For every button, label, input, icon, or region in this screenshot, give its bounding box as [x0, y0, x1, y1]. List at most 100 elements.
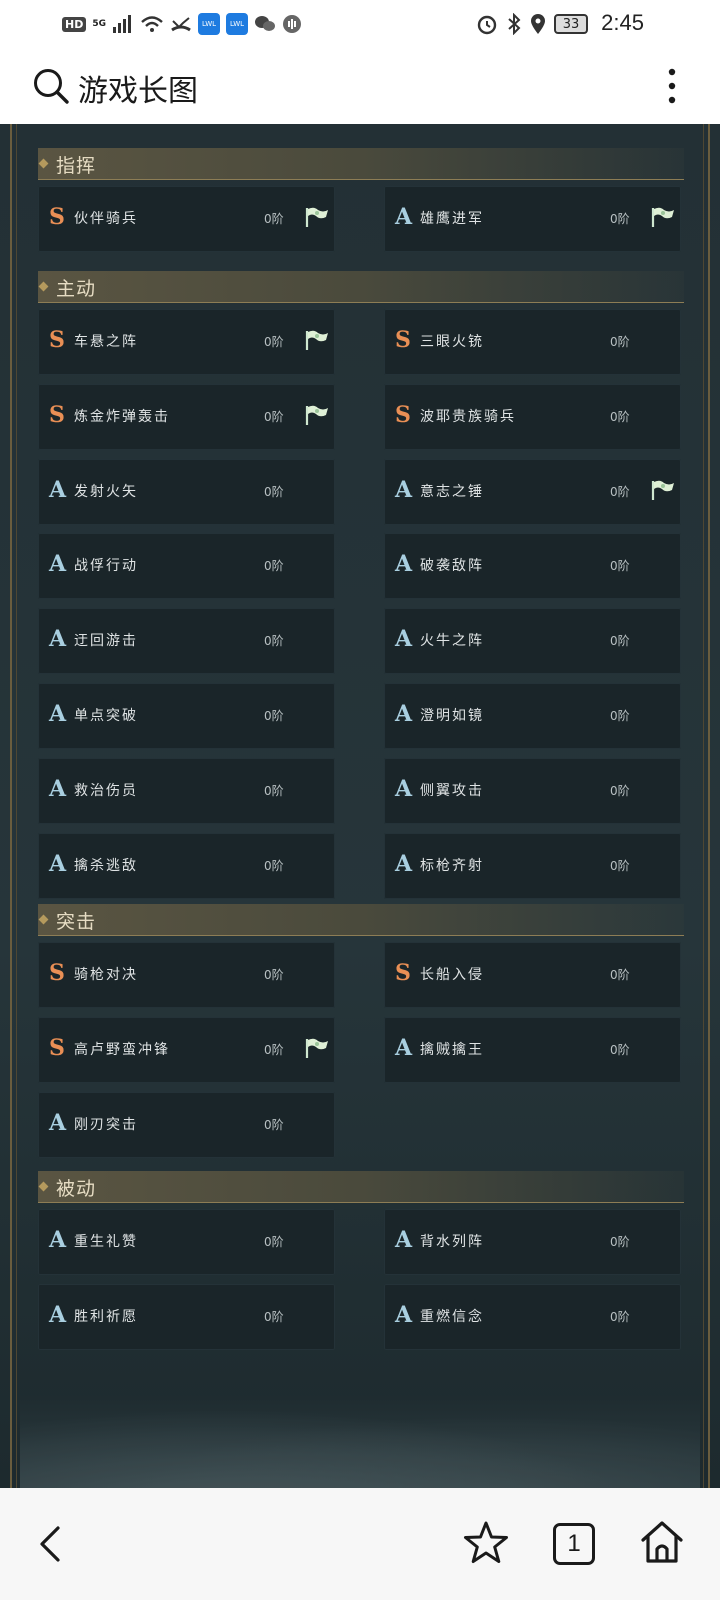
skill-name: 雄鹰进军 — [420, 211, 484, 227]
skill-name: 重生礼赞 — [74, 1234, 138, 1250]
grade-badge: S — [49, 204, 65, 230]
flag-icon — [304, 1037, 330, 1059]
skill-card[interactable]: S 车悬之阵 0阶 — [38, 309, 335, 375]
skill-card[interactable]: A 雄鹰进军 0阶 — [384, 186, 681, 252]
skill-level: 0阶 — [610, 410, 630, 424]
skill-name: 背水列阵 — [420, 1234, 484, 1250]
grade-badge: A — [395, 776, 413, 802]
skill-card[interactable]: A 单点突破 0阶 — [38, 683, 335, 749]
flag-icon — [650, 479, 676, 501]
more-menu-icon[interactable] — [668, 68, 676, 104]
skill-level: 0阶 — [610, 1310, 630, 1324]
skill-level: 0阶 — [610, 335, 630, 349]
skill-card[interactable]: A 背水列阵 0阶 — [384, 1209, 681, 1275]
search-query[interactable]: 游戏长图 — [78, 66, 198, 110]
skill-card[interactable]: A 澄明如镜 0阶 — [384, 683, 681, 749]
skill-level: 0阶 — [264, 968, 284, 982]
bluetooth-icon — [508, 13, 521, 35]
skill-level: 0阶 — [610, 968, 630, 982]
section-title: 指挥 — [56, 155, 97, 177]
search-bar[interactable]: 游戏长图 — [0, 48, 720, 124]
skill-card[interactable]: A 战俘行动 0阶 — [38, 533, 335, 599]
diamond-ornament-icon — [38, 1181, 49, 1192]
skill-card[interactable]: A 救治伤员 0阶 — [38, 758, 335, 824]
skill-card[interactable]: A 迂回游击 0阶 — [38, 608, 335, 674]
skill-card[interactable]: A 重燃信念 0阶 — [384, 1284, 681, 1350]
skill-level: 0阶 — [264, 859, 284, 873]
skill-name: 救治伤员 — [74, 783, 138, 799]
grade-badge: S — [49, 327, 65, 353]
skill-level: 0阶 — [264, 559, 284, 573]
skill-card[interactable]: A 意志之锤 0阶 — [384, 459, 681, 525]
grade-badge: A — [395, 701, 413, 727]
skill-name: 澄明如镜 — [420, 708, 484, 724]
grade-badge: A — [49, 1227, 67, 1253]
status-right: 33 — [476, 10, 588, 38]
skill-level: 0阶 — [264, 1118, 284, 1132]
back-icon[interactable] — [36, 1522, 66, 1566]
skill-level: 0阶 — [610, 1043, 630, 1057]
skill-card[interactable]: S 炼金炸弹轰击 0阶 — [38, 384, 335, 450]
skill-card[interactable]: A 擒杀逃敌 0阶 — [38, 833, 335, 899]
missed-call-icon — [171, 17, 191, 32]
app-notification-icon: LWL — [198, 13, 220, 35]
skill-card[interactable]: S 骑枪对决 0阶 — [38, 942, 335, 1008]
skill-level: 0阶 — [610, 485, 630, 499]
diamond-ornament-icon — [38, 281, 49, 292]
clock: 2:45 — [601, 10, 644, 35]
skill-name: 标枪齐射 — [420, 858, 484, 874]
skill-card[interactable]: A 火牛之阵 0阶 — [384, 608, 681, 674]
skill-card[interactable]: A 标枪齐射 0阶 — [384, 833, 681, 899]
hd-badge: HD — [62, 16, 87, 32]
section-header: 指挥 — [38, 148, 684, 180]
skill-card[interactable]: A 胜利祈愿 0阶 — [38, 1284, 335, 1350]
grade-badge: A — [395, 551, 413, 577]
status-bar: HD 5G LWL LWL 33 2:45 — [0, 0, 720, 48]
skill-card[interactable]: S 伙伴骑兵 0阶 — [38, 186, 335, 252]
skill-level: 0阶 — [264, 1310, 284, 1324]
skill-name: 单点突破 — [74, 708, 138, 724]
skill-card[interactable]: A 擒贼擒王 0阶 — [384, 1017, 681, 1083]
skill-name: 刚刃突击 — [74, 1117, 138, 1133]
diamond-ornament-icon — [38, 914, 49, 925]
grade-badge: S — [395, 327, 411, 353]
skill-level: 0阶 — [264, 335, 284, 349]
skill-card[interactable]: S 三眼火铳 0阶 — [384, 309, 681, 375]
grade-badge: A — [395, 204, 413, 230]
skill-name: 炼金炸弹轰击 — [74, 409, 170, 425]
grade-badge: S — [49, 1035, 65, 1061]
skill-card[interactable]: S 长船入侵 0阶 — [384, 942, 681, 1008]
home-icon[interactable] — [638, 1518, 686, 1566]
skill-name: 波耶贵族骑兵 — [420, 409, 516, 425]
flag-icon — [304, 206, 330, 228]
signal-icon — [113, 15, 131, 33]
skill-card[interactable]: S 波耶贵族骑兵 0阶 — [384, 384, 681, 450]
skill-name: 车悬之阵 — [74, 334, 138, 350]
tabs-icon[interactable]: 1 — [553, 1523, 595, 1565]
skill-card[interactable]: A 破袭敌阵 0阶 — [384, 533, 681, 599]
grade-badge: A — [49, 851, 67, 877]
star-icon[interactable] — [462, 1520, 510, 1566]
bottom-navigation: 1 — [0, 1488, 720, 1600]
skill-name: 重燃信念 — [420, 1309, 484, 1325]
skill-level: 0阶 — [264, 410, 284, 424]
skill-name: 三眼火铳 — [420, 334, 484, 350]
game-long-image[interactable]: 指挥 S 伙伴骑兵 0阶 A 雄鹰进军 0阶 主动 S 车悬之阵 0阶 S 三眼火铳 0阶 S 炼金炸弹轰击 0… — [0, 124, 720, 1488]
grade-badge: A — [395, 851, 413, 877]
wifi-icon — [141, 16, 163, 32]
skill-card[interactable]: A 刚刃突击 0阶 — [38, 1092, 335, 1158]
skill-name: 胜利祈愿 — [74, 1309, 138, 1325]
grade-badge: A — [49, 477, 67, 503]
search-icon[interactable] — [32, 67, 70, 105]
section-header: 被动 — [38, 1171, 684, 1203]
skill-level: 0阶 — [610, 1235, 630, 1249]
skill-card[interactable]: S 高卢野蛮冲锋 0阶 — [38, 1017, 335, 1083]
diamond-ornament-icon — [38, 158, 49, 169]
skill-name: 迂回游击 — [74, 633, 138, 649]
section-header: 突击 — [38, 904, 684, 936]
skill-name: 骑枪对决 — [74, 967, 138, 983]
skill-card[interactable]: A 重生礼赞 0阶 — [38, 1209, 335, 1275]
skill-card[interactable]: A 发射火矢 0阶 — [38, 459, 335, 525]
audio-icon — [283, 15, 301, 33]
skill-card[interactable]: A 侧翼攻击 0阶 — [384, 758, 681, 824]
